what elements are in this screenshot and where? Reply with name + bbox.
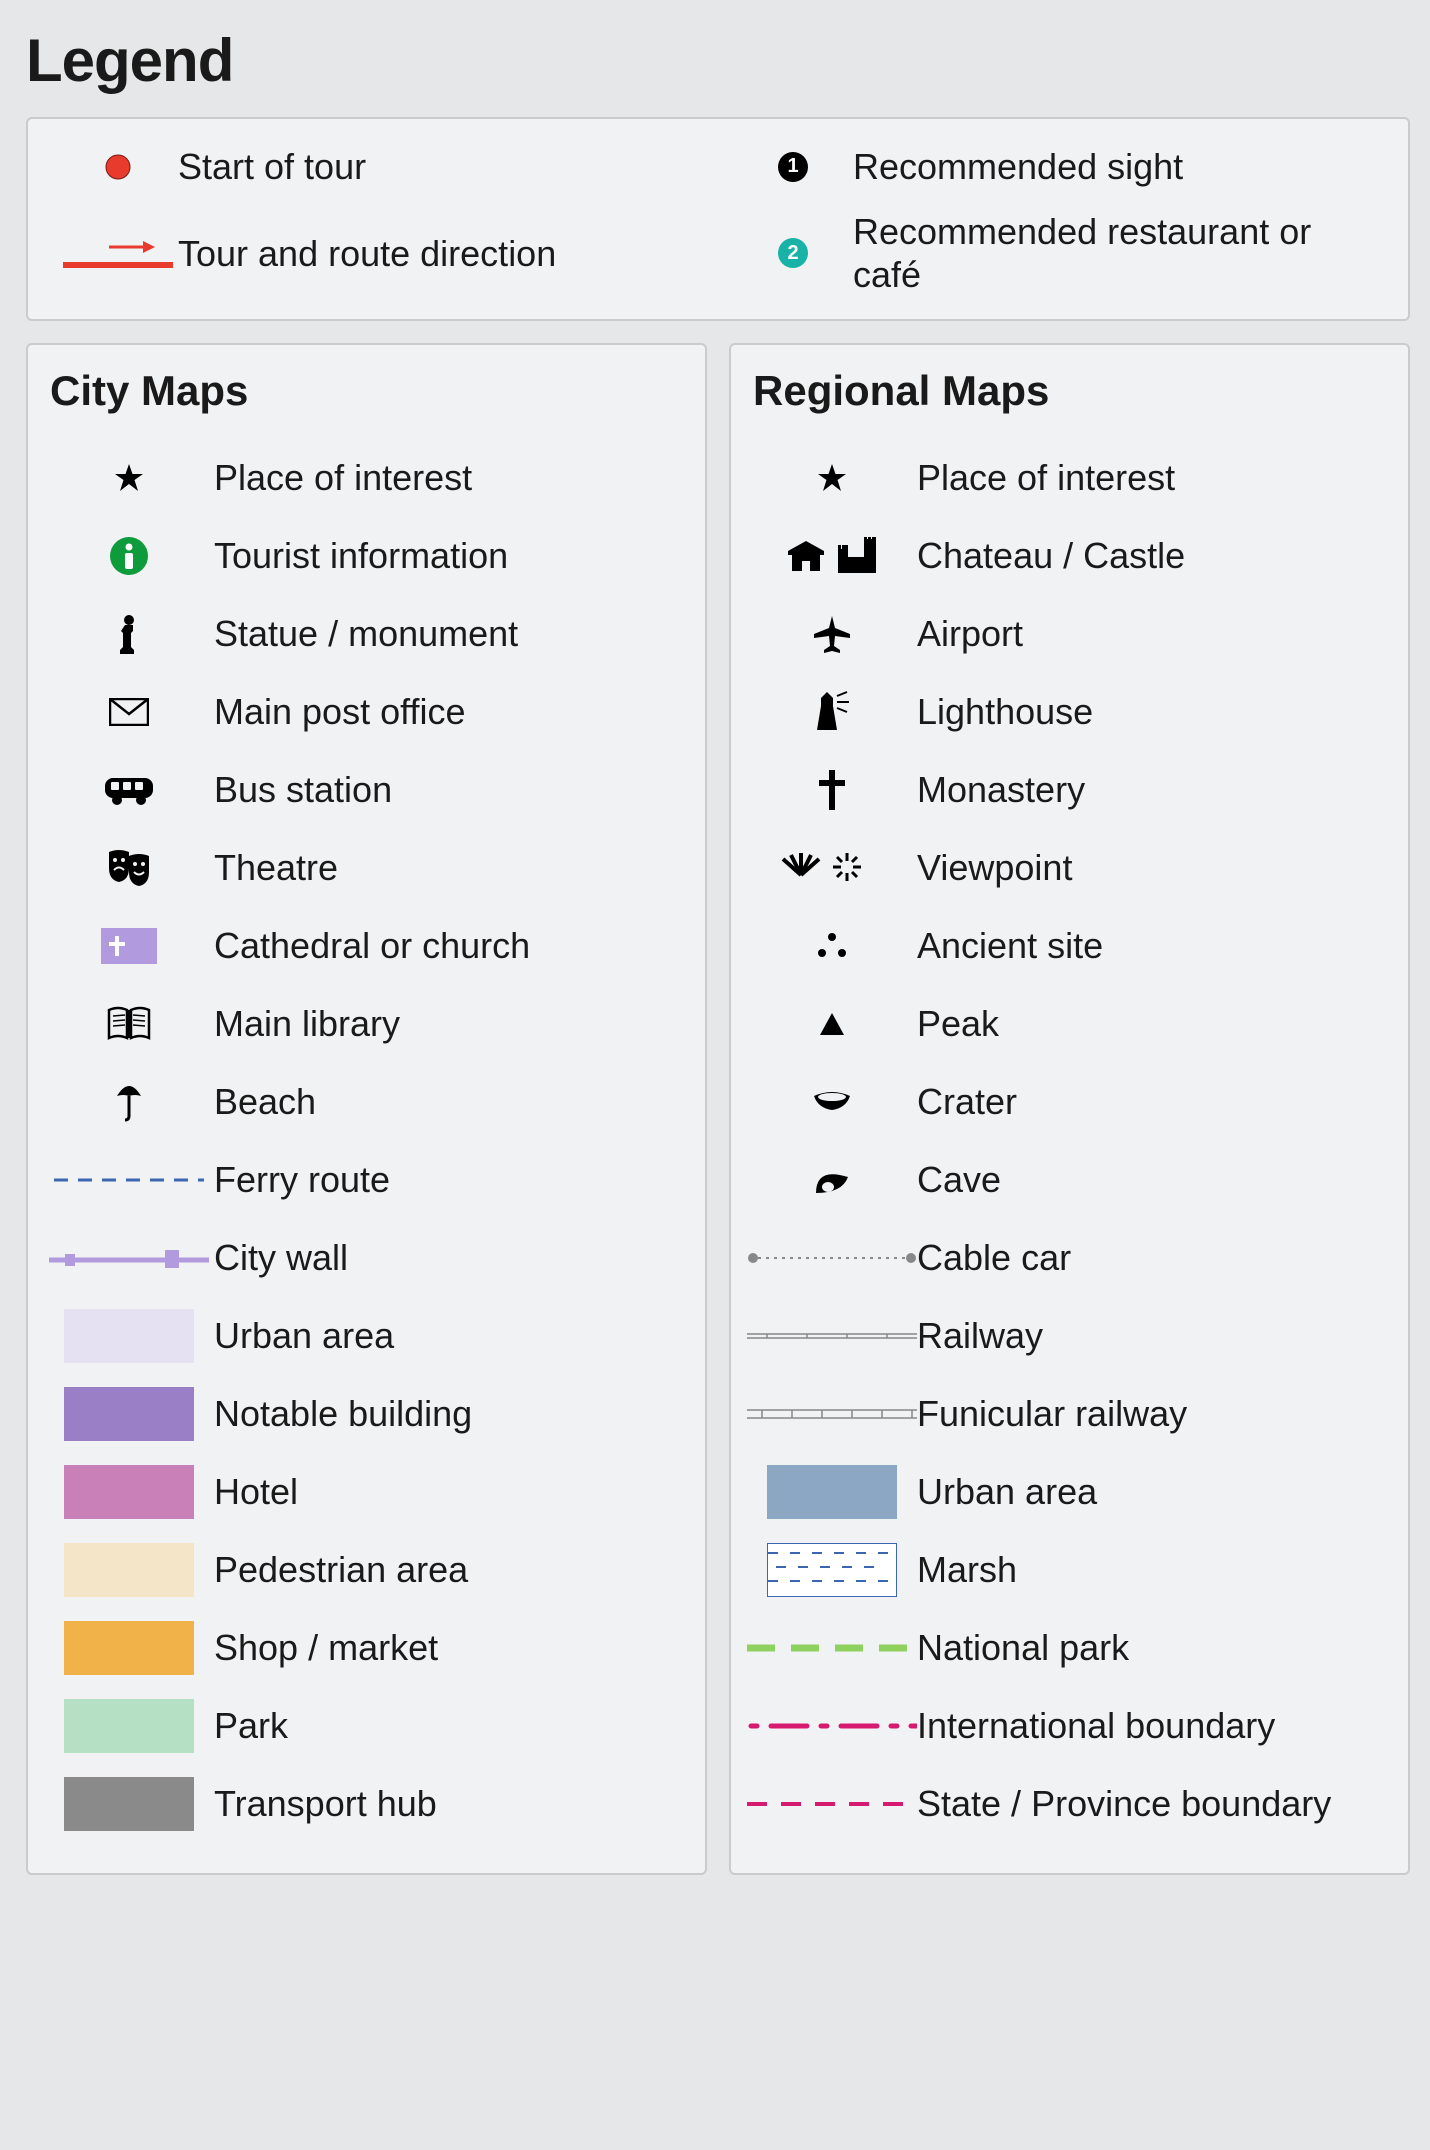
pedestrian-swatch xyxy=(64,1543,194,1597)
label: Recommended restaurant or café xyxy=(853,210,1378,296)
star-icon xyxy=(747,463,917,493)
row-shop-market: Shop / market xyxy=(44,1609,689,1687)
row-funicular-railway: Funicular railway xyxy=(747,1375,1392,1453)
legend-row-tour-direction: Tour and route direction xyxy=(58,210,703,296)
row-statue: Statue / monument xyxy=(44,595,689,673)
funicular-line-icon xyxy=(747,1408,917,1420)
hotel-swatch xyxy=(64,1465,194,1519)
row-peak: Peak xyxy=(747,985,1392,1063)
row-urban-area: Urban area xyxy=(44,1297,689,1375)
row-state-boundary: State / Province boundary xyxy=(747,1765,1392,1843)
city-maps-heading: City Maps xyxy=(50,367,689,415)
row-chateau-castle: Chateau / Castle xyxy=(747,517,1392,595)
cross-icon xyxy=(747,770,917,810)
cave-icon xyxy=(747,1165,917,1195)
start-of-tour-icon xyxy=(58,153,178,181)
airplane-icon xyxy=(747,614,917,654)
row-city-wall: City wall xyxy=(44,1219,689,1297)
ferry-line-icon xyxy=(44,1175,214,1185)
legend-panel: Legend Start of tour 1 Recommended sight… xyxy=(0,0,1430,1905)
urban-area-swatch xyxy=(64,1309,194,1363)
transport-swatch xyxy=(64,1777,194,1831)
row-cable-car: Cable car xyxy=(747,1219,1392,1297)
park-swatch xyxy=(64,1699,194,1753)
label: Tour and route direction xyxy=(178,232,556,275)
row-ancient-site: Ancient site xyxy=(747,907,1392,985)
row-crater: Crater xyxy=(747,1063,1392,1141)
statue-icon xyxy=(44,614,214,654)
regional-maps-column: Regional Maps Place of interest xyxy=(729,343,1410,1875)
row-park: Park xyxy=(44,1687,689,1765)
umbrella-icon xyxy=(44,1082,214,1122)
row-tourist-info: Tourist information xyxy=(44,517,689,595)
row-airport: Airport xyxy=(747,595,1392,673)
national-park-line-icon xyxy=(747,1643,917,1653)
cable-car-line-icon xyxy=(747,1251,917,1265)
row-ferry-route: Ferry route xyxy=(44,1141,689,1219)
row-notable-building: Notable building xyxy=(44,1375,689,1453)
crater-icon xyxy=(747,1090,917,1114)
row-place-of-interest: Place of interest xyxy=(44,439,689,517)
viewpoint-icon xyxy=(747,851,917,885)
label: Recommended sight xyxy=(853,145,1183,188)
legend-row-recommended-sight: 1 Recommended sight xyxy=(733,145,1378,188)
row-marsh: Marsh xyxy=(747,1531,1392,1609)
row-national-park: National park xyxy=(747,1609,1392,1687)
row-beach: Beach xyxy=(44,1063,689,1141)
lighthouse-icon xyxy=(747,690,917,734)
ancient-site-icon xyxy=(747,931,917,961)
legend-top-section: Start of tour 1 Recommended sight Tour a… xyxy=(26,117,1410,321)
church-icon xyxy=(44,928,214,964)
info-icon xyxy=(44,536,214,576)
row-monastery: Monastery xyxy=(747,751,1392,829)
tour-direction-icon xyxy=(58,235,178,271)
notable-building-swatch xyxy=(64,1387,194,1441)
peak-icon xyxy=(747,1013,917,1035)
row-pedestrian-area: Pedestrian area xyxy=(44,1531,689,1609)
regional-urban-swatch xyxy=(767,1465,897,1519)
recommended-sight-icon: 1 xyxy=(733,152,853,182)
book-icon xyxy=(44,1006,214,1042)
state-boundary-line-icon xyxy=(747,1800,917,1808)
star-icon xyxy=(44,463,214,493)
envelope-icon xyxy=(44,698,214,726)
intl-boundary-line-icon xyxy=(747,1721,917,1731)
label: Start of tour xyxy=(178,145,366,188)
row-lighthouse: Lighthouse xyxy=(747,673,1392,751)
row-hotel: Hotel xyxy=(44,1453,689,1531)
row-library: Main library xyxy=(44,985,689,1063)
row-transport-hub: Transport hub xyxy=(44,1765,689,1843)
row-international-boundary: International boundary xyxy=(747,1687,1392,1765)
railway-line-icon xyxy=(747,1331,917,1341)
legend-title: Legend xyxy=(26,26,1410,95)
bus-icon xyxy=(44,774,214,806)
marsh-swatch xyxy=(767,1543,897,1597)
recommended-food-icon: 2 xyxy=(733,238,853,268)
shop-swatch xyxy=(64,1621,194,1675)
city-wall-icon xyxy=(44,1246,214,1270)
row-reg-urban-area: Urban area xyxy=(747,1453,1392,1531)
row-post-office: Main post office xyxy=(44,673,689,751)
row-theatre: Theatre xyxy=(44,829,689,907)
chateau-castle-icon xyxy=(747,537,917,575)
row-reg-place-of-interest: Place of interest xyxy=(747,439,1392,517)
city-maps-column: City Maps Place of interest Tourist info… xyxy=(26,343,707,1875)
theatre-masks-icon xyxy=(44,848,214,888)
legend-row-start-of-tour: Start of tour xyxy=(58,145,703,188)
row-railway: Railway xyxy=(747,1297,1392,1375)
regional-maps-heading: Regional Maps xyxy=(753,367,1392,415)
legend-row-recommended-food: 2 Recommended restaurant or café xyxy=(733,210,1378,296)
row-viewpoint: Viewpoint xyxy=(747,829,1392,907)
row-church: Cathedral or church xyxy=(44,907,689,985)
row-cave: Cave xyxy=(747,1141,1392,1219)
row-bus-station: Bus station xyxy=(44,751,689,829)
